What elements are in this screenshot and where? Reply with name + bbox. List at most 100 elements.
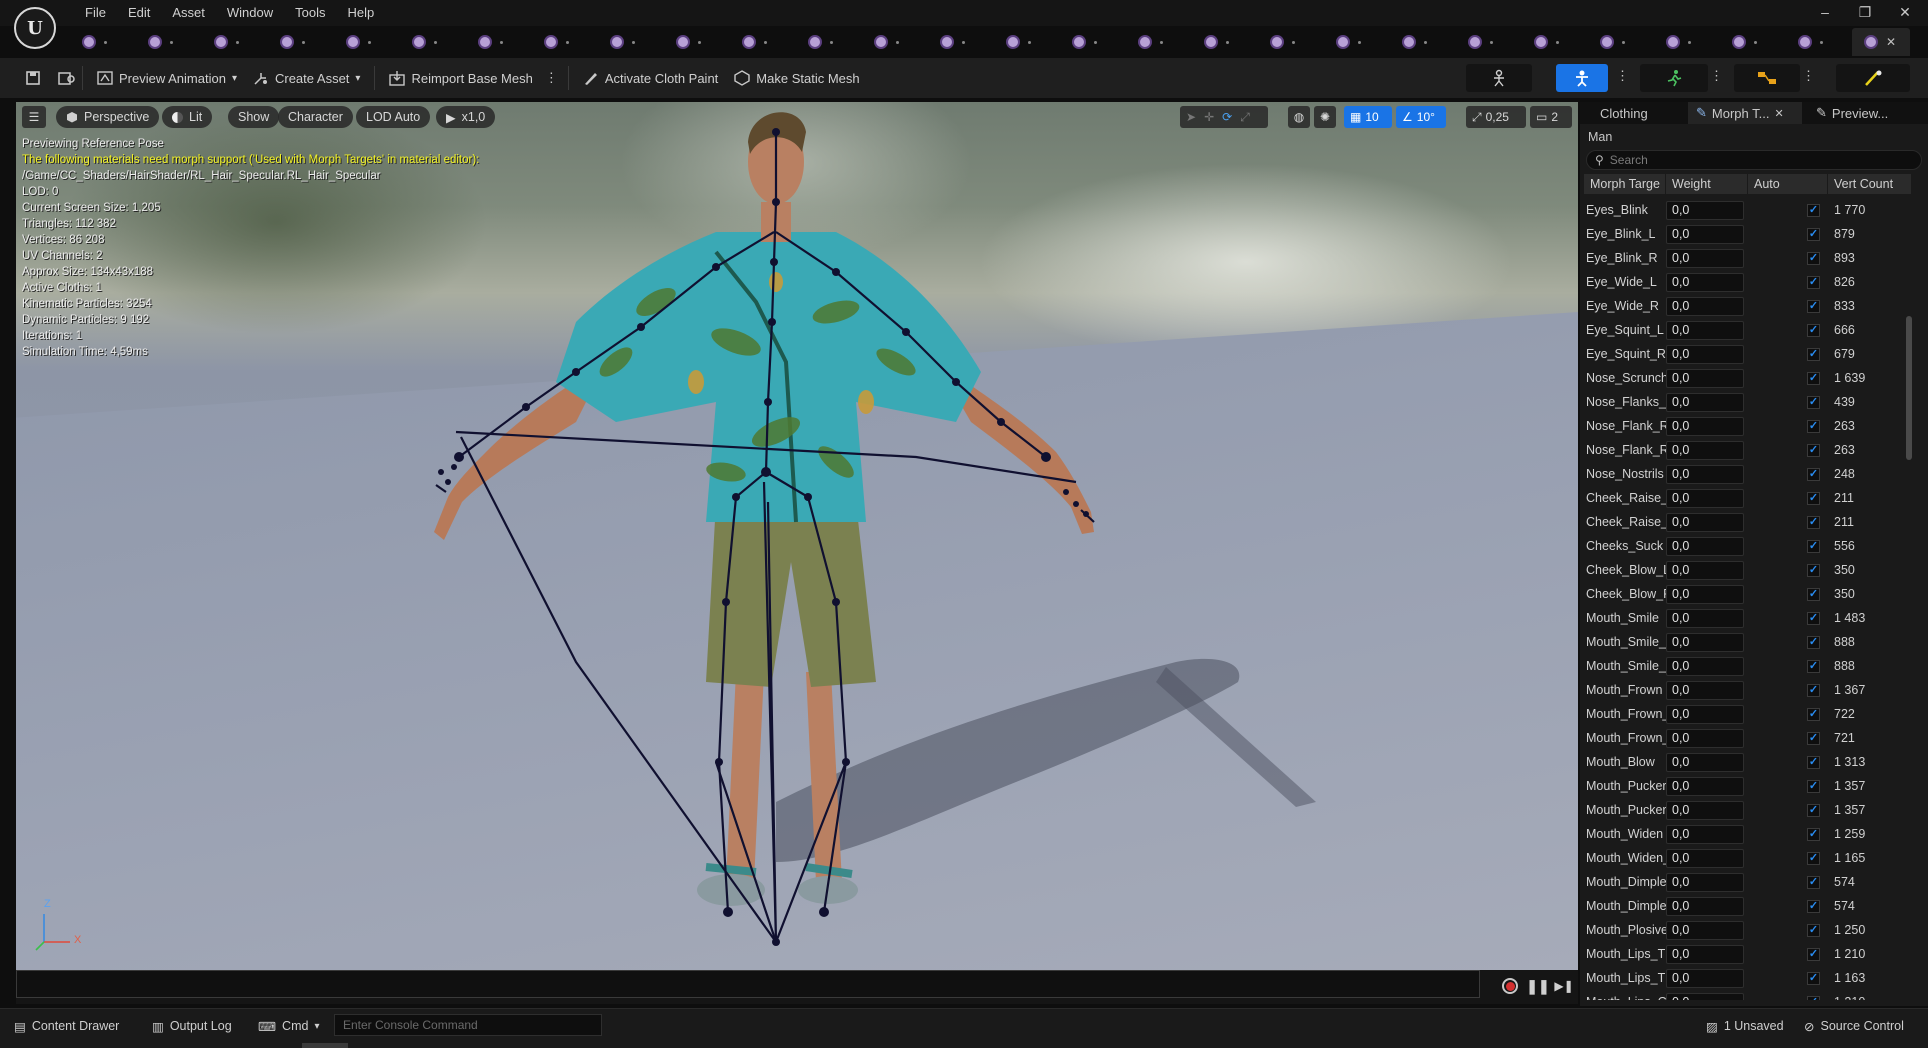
auto-checkbox[interactable]: ✓	[1807, 203, 1820, 217]
close-icon[interactable]: ✕	[1886, 35, 1896, 49]
asset-tab[interactable]	[400, 28, 466, 56]
table-row[interactable]: Eye_Wide_R 0,0 ✓ 833	[1584, 294, 1912, 318]
weight-input[interactable]: 0,0	[1666, 992, 1744, 1000]
table-row[interactable]: Cheek_Raise_ 0,0 ✓ 211	[1584, 486, 1912, 510]
table-row[interactable]: Nose_Flanks_ 0,0 ✓ 439	[1584, 390, 1912, 414]
table-row[interactable]: Eye_Blink_R 0,0 ✓ 893	[1584, 246, 1912, 270]
auto-checkbox[interactable]: ✓	[1807, 227, 1820, 241]
physics-mode-button[interactable]	[1836, 64, 1910, 92]
tab-morph-target[interactable]: ✎ Morph T... ✕	[1688, 102, 1802, 124]
table-row[interactable]: Nose_Nostrils 0,0 ✓ 248	[1584, 462, 1912, 486]
move-icon[interactable]: ✛	[1204, 110, 1214, 124]
weight-input[interactable]: 0,0	[1666, 584, 1744, 604]
auto-checkbox[interactable]: ✓	[1807, 899, 1820, 913]
auto-checkbox[interactable]: ✓	[1807, 443, 1820, 457]
minimize-icon[interactable]: –	[1816, 4, 1834, 21]
menu-asset[interactable]: Asset	[161, 3, 216, 23]
asset-tab[interactable]	[202, 28, 268, 56]
weight-input[interactable]: 0,0	[1666, 728, 1744, 748]
asset-tab[interactable]	[1060, 28, 1126, 56]
scale-icon[interactable]: ⤢	[1240, 110, 1250, 125]
auto-checkbox[interactable]: ✓	[1807, 707, 1820, 721]
table-row[interactable]: Eye_Squint_R 0,0 ✓ 679	[1584, 342, 1912, 366]
auto-checkbox[interactable]: ✓	[1807, 419, 1820, 433]
asset-tab[interactable]	[1522, 28, 1588, 56]
auto-checkbox[interactable]: ✓	[1807, 875, 1820, 889]
column-morph-target[interactable]: Morph Targe	[1584, 174, 1666, 194]
weight-input[interactable]: 0,0	[1666, 200, 1744, 220]
menu-edit[interactable]: Edit	[117, 3, 161, 23]
asset-tab[interactable]	[1192, 28, 1258, 56]
weight-input[interactable]: 0,0	[1666, 680, 1744, 700]
table-row[interactable]: Mouth_Lips_T 0,0 ✓ 1 210	[1584, 942, 1912, 966]
auto-checkbox[interactable]: ✓	[1807, 611, 1820, 625]
tab-preview[interactable]: ✎ Preview...	[1802, 102, 1928, 124]
more-options-icon[interactable]: ⋮	[1802, 68, 1815, 84]
asset-tab[interactable]	[532, 28, 598, 56]
scrollbar-thumb[interactable]	[1906, 316, 1912, 460]
table-row[interactable]: Mouth_Dimple 0,0 ✓ 574	[1584, 870, 1912, 894]
weight-input[interactable]: 0,0	[1666, 896, 1744, 916]
select-icon[interactable]: ➤	[1186, 110, 1196, 124]
activate-cloth-paint-button[interactable]: Activate Cloth Paint	[575, 63, 726, 93]
character-button[interactable]: Character	[278, 106, 353, 128]
asset-tab[interactable]	[1786, 28, 1852, 56]
blueprint-mode-button[interactable]	[1734, 64, 1800, 92]
table-row[interactable]: Mouth_Lips_T 0,0 ✓ 1 163	[1584, 966, 1912, 990]
table-row[interactable]: Nose_Scrunch 0,0 ✓ 1 639	[1584, 366, 1912, 390]
table-row[interactable]: Eye_Wide_L 0,0 ✓ 826	[1584, 270, 1912, 294]
column-weight[interactable]: Weight	[1666, 174, 1748, 194]
make-static-mesh-button[interactable]: Make Static Mesh	[726, 63, 867, 93]
weight-input[interactable]: 0,0	[1666, 368, 1744, 388]
auto-checkbox[interactable]: ✓	[1807, 827, 1820, 841]
rotate-snap-button[interactable]: ∠ 10°	[1396, 106, 1446, 128]
auto-checkbox[interactable]: ✓	[1807, 947, 1820, 961]
asset-tab[interactable]	[796, 28, 862, 56]
weight-input[interactable]: 0,0	[1666, 344, 1744, 364]
weight-input[interactable]: 0,0	[1666, 248, 1744, 268]
weight-input[interactable]: 0,0	[1666, 800, 1744, 820]
auto-checkbox[interactable]: ✓	[1807, 539, 1820, 553]
auto-checkbox[interactable]: ✓	[1807, 563, 1820, 577]
timeline-track[interactable]	[16, 970, 1480, 998]
asset-tab[interactable]	[1654, 28, 1720, 56]
weight-input[interactable]: 0,0	[1666, 776, 1744, 796]
table-row[interactable]: Mouth_Lips_C0,0 ✓ 1 210	[1584, 990, 1912, 1000]
table-row[interactable]: Mouth_Blow 0,0 ✓ 1 313	[1584, 750, 1912, 774]
weight-input[interactable]: 0,0	[1666, 872, 1744, 892]
search-input[interactable]: ⚲ Search	[1586, 150, 1922, 170]
asset-tab[interactable]	[466, 28, 532, 56]
weight-input[interactable]: 0,0	[1666, 632, 1744, 652]
table-row[interactable]: Cheek_Raise_ 0,0 ✓ 211	[1584, 510, 1912, 534]
step-forward-button[interactable]: ▶❚	[1554, 976, 1574, 996]
drawer-handle[interactable]	[302, 1043, 348, 1048]
weight-input[interactable]: 0,0	[1666, 320, 1744, 340]
weight-input[interactable]: 0,0	[1666, 440, 1744, 460]
more-options-icon[interactable]: ⋮	[1710, 68, 1723, 84]
auto-checkbox[interactable]: ✓	[1807, 467, 1820, 481]
close-icon[interactable]: ✕	[1896, 4, 1914, 21]
auto-checkbox[interactable]: ✓	[1807, 635, 1820, 649]
local-space-button[interactable]: ◍	[1288, 106, 1310, 128]
asset-tab[interactable]	[664, 28, 730, 56]
weight-input[interactable]: 0,0	[1666, 416, 1744, 436]
weight-input[interactable]: 0,0	[1666, 920, 1744, 940]
content-drawer-button[interactable]: ▤ Content Drawer	[14, 1015, 119, 1037]
table-row[interactable]: Mouth_Smile_ 0,0 ✓ 888	[1584, 630, 1912, 654]
asset-tab[interactable]	[268, 28, 334, 56]
asset-tab[interactable]	[1720, 28, 1786, 56]
table-row[interactable]: Mouth_Plosive 0,0 ✓ 1 250	[1584, 918, 1912, 942]
tab-clothing[interactable]: Clothing	[1580, 102, 1688, 124]
asset-tab[interactable]	[928, 28, 994, 56]
column-vert-count[interactable]: Vert Count	[1828, 174, 1912, 194]
asset-tab[interactable]	[1324, 28, 1390, 56]
show-button[interactable]: Show	[228, 106, 280, 128]
auto-checkbox[interactable]: ✓	[1807, 995, 1820, 1000]
auto-checkbox[interactable]: ✓	[1807, 659, 1820, 673]
menu-tools[interactable]: Tools	[284, 3, 336, 23]
table-row[interactable]: Mouth_Dimple 0,0 ✓ 574	[1584, 894, 1912, 918]
auto-checkbox[interactable]: ✓	[1807, 347, 1820, 361]
record-button[interactable]	[1500, 976, 1520, 996]
reimport-base-mesh-button[interactable]: Reimport Base Mesh	[381, 63, 540, 93]
asset-tab[interactable]	[730, 28, 796, 56]
